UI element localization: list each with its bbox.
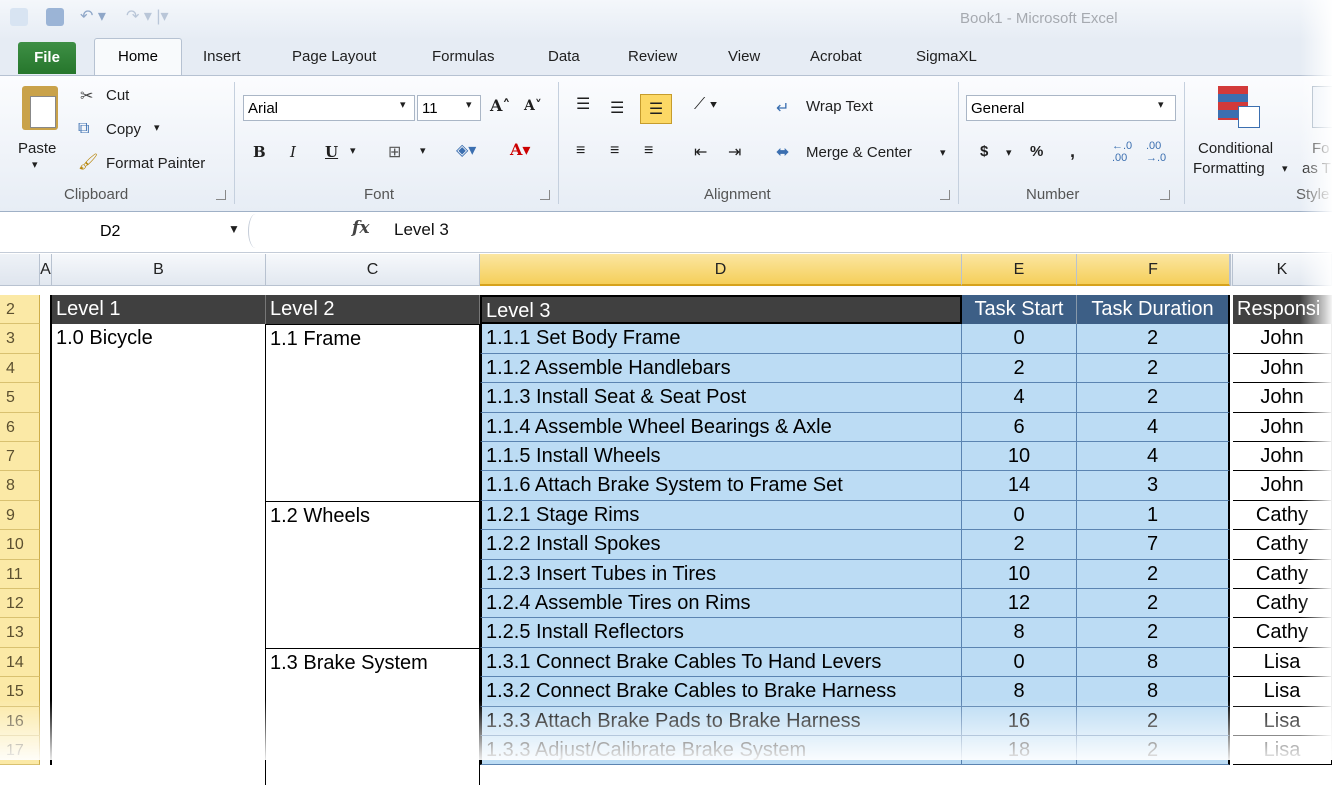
row-header[interactable]: 2 (0, 295, 40, 325)
task-duration-cell[interactable]: 2 (1077, 383, 1230, 413)
task-start-cell[interactable]: 0 (962, 324, 1077, 354)
task-duration-cell[interactable]: 2 (1077, 559, 1230, 589)
task-duration-cell[interactable]: 2 (1077, 736, 1230, 766)
row-header[interactable]: 13 (0, 618, 40, 648)
task-name-cell[interactable]: 1.2.3 Insert Tubes in Tires (480, 559, 962, 589)
row-header[interactable]: 9 (0, 500, 40, 531)
task-duration-cell[interactable]: 2 (1077, 618, 1230, 648)
responsible-cell[interactable]: John (1233, 353, 1332, 384)
task-start-cell[interactable]: 16 (962, 706, 1077, 736)
row-header[interactable]: 4 (0, 353, 40, 384)
row-header[interactable]: 15 (0, 677, 40, 707)
row-header[interactable]: 11 (0, 559, 40, 589)
row-header[interactable]: 6 (0, 412, 40, 442)
responsible-cell[interactable]: Lisa (1233, 677, 1332, 707)
level-2-cell[interactable]: 1.1 Frame (266, 324, 480, 501)
task-start-cell[interactable]: 8 (962, 618, 1077, 648)
responsible-cell[interactable]: John (1233, 383, 1332, 413)
responsible-cell[interactable]: John (1233, 324, 1332, 354)
responsible-cell[interactable]: Cathy (1233, 500, 1332, 531)
header-level-1[interactable]: Level 1 (52, 295, 266, 325)
task-duration-cell[interactable]: 4 (1077, 412, 1230, 442)
task-name-cell[interactable]: 1.3.1 Connect Brake Cables To Hand Lever… (480, 647, 962, 678)
task-duration-cell[interactable]: 7 (1077, 530, 1230, 560)
column-a-strip (40, 295, 52, 766)
task-name-cell[interactable]: 1.3.3 Attach Brake Pads to Brake Harness (480, 706, 962, 736)
responsible-cell[interactable]: Lisa (1233, 706, 1332, 736)
row-header[interactable]: 8 (0, 471, 40, 501)
task-name-cell[interactable]: 1.1.6 Attach Brake System to Frame Set (480, 471, 962, 501)
row-header[interactable]: 17 (0, 736, 40, 766)
task-name-cell[interactable]: 1.1.4 Assemble Wheel Bearings & Axle (480, 412, 962, 442)
responsible-cell[interactable]: Cathy (1233, 618, 1332, 648)
task-start-cell[interactable]: 14 (962, 471, 1077, 501)
row-header[interactable]: 7 (0, 442, 40, 472)
row-header[interactable]: 10 (0, 530, 40, 560)
task-duration-cell[interactable]: 4 (1077, 442, 1230, 472)
header-task-duration[interactable]: Task Duration (1077, 295, 1230, 325)
task-start-cell[interactable]: 10 (962, 442, 1077, 472)
task-start-cell[interactable]: 12 (962, 589, 1077, 619)
responsible-cell[interactable]: Cathy (1233, 559, 1332, 589)
header-responsible[interactable]: Responsi (1233, 295, 1332, 325)
task-name-cell[interactable]: 1.2.5 Install Reflectors (480, 618, 962, 648)
task-start-cell[interactable]: 4 (962, 383, 1077, 413)
task-name-cell[interactable]: 1.3.3 Adjust/Calibrate Brake System (480, 736, 962, 766)
task-duration-cell[interactable]: 1 (1077, 500, 1230, 531)
header-level-3[interactable]: Level 3 (480, 295, 962, 325)
task-name-cell[interactable]: 1.2.2 Install Spokes (480, 530, 962, 560)
level-1-cell[interactable]: 1.0 Bicycle (52, 324, 266, 785)
task-name-cell[interactable]: 1.1.2 Assemble Handlebars (480, 353, 962, 384)
task-start-cell[interactable]: 6 (962, 412, 1077, 442)
task-duration-cell[interactable]: 2 (1077, 353, 1230, 384)
responsible-cell[interactable]: Cathy (1233, 589, 1332, 619)
task-duration-cell[interactable]: 2 (1077, 589, 1230, 619)
responsible-cell[interactable]: John (1233, 471, 1332, 501)
row-header[interactable]: 16 (0, 706, 40, 736)
task-duration-cell[interactable]: 2 (1077, 706, 1230, 736)
responsible-cell[interactable]: Cathy (1233, 530, 1332, 560)
task-start-cell[interactable]: 2 (962, 353, 1077, 384)
task-duration-cell[interactable]: 3 (1077, 471, 1230, 501)
level-2-cell[interactable]: 1.2 Wheels (266, 500, 480, 648)
task-name-cell[interactable]: 1.1.1 Set Body Frame (480, 324, 962, 354)
task-start-cell[interactable]: 0 (962, 500, 1077, 531)
task-start-cell[interactable]: 8 (962, 677, 1077, 707)
task-start-cell[interactable]: 18 (962, 736, 1077, 766)
header-task-start[interactable]: Task Start (962, 295, 1077, 325)
task-duration-cell[interactable]: 8 (1077, 647, 1230, 678)
row-header[interactable]: 12 (0, 589, 40, 619)
row-header[interactable]: 3 (0, 324, 40, 354)
level-2-cell[interactable]: 1.3 Brake System (266, 647, 480, 785)
responsible-cell[interactable]: Lisa (1233, 736, 1332, 766)
task-name-cell[interactable]: 1.1.3 Install Seat & Seat Post (480, 383, 962, 413)
task-name-cell[interactable]: 1.2.1 Stage Rims (480, 500, 962, 531)
task-name-cell[interactable]: 1.2.4 Assemble Tires on Rims (480, 589, 962, 619)
responsible-cell[interactable]: Lisa (1233, 647, 1332, 678)
task-duration-cell[interactable]: 8 (1077, 677, 1230, 707)
task-duration-cell[interactable]: 2 (1077, 324, 1230, 354)
task-name-cell[interactable]: 1.1.5 Install Wheels (480, 442, 962, 472)
task-start-cell[interactable]: 2 (962, 530, 1077, 560)
responsible-cell[interactable]: John (1233, 412, 1332, 442)
task-start-cell[interactable]: 10 (962, 559, 1077, 589)
row-header[interactable]: 5 (0, 383, 40, 413)
spreadsheet-grid: 2 3 4 5 6 7 8 9 10 11 12 13 14 15 16 17 Level 1 Level 2 Le… (0, 0, 1332, 785)
task-start-cell[interactable]: 0 (962, 647, 1077, 678)
row-header[interactable]: 14 (0, 647, 40, 678)
header-level-2[interactable]: Level 2 (266, 295, 480, 325)
task-name-cell[interactable]: 1.3.2 Connect Brake Cables to Brake Harn… (480, 677, 962, 707)
responsible-cell[interactable]: John (1233, 442, 1332, 472)
